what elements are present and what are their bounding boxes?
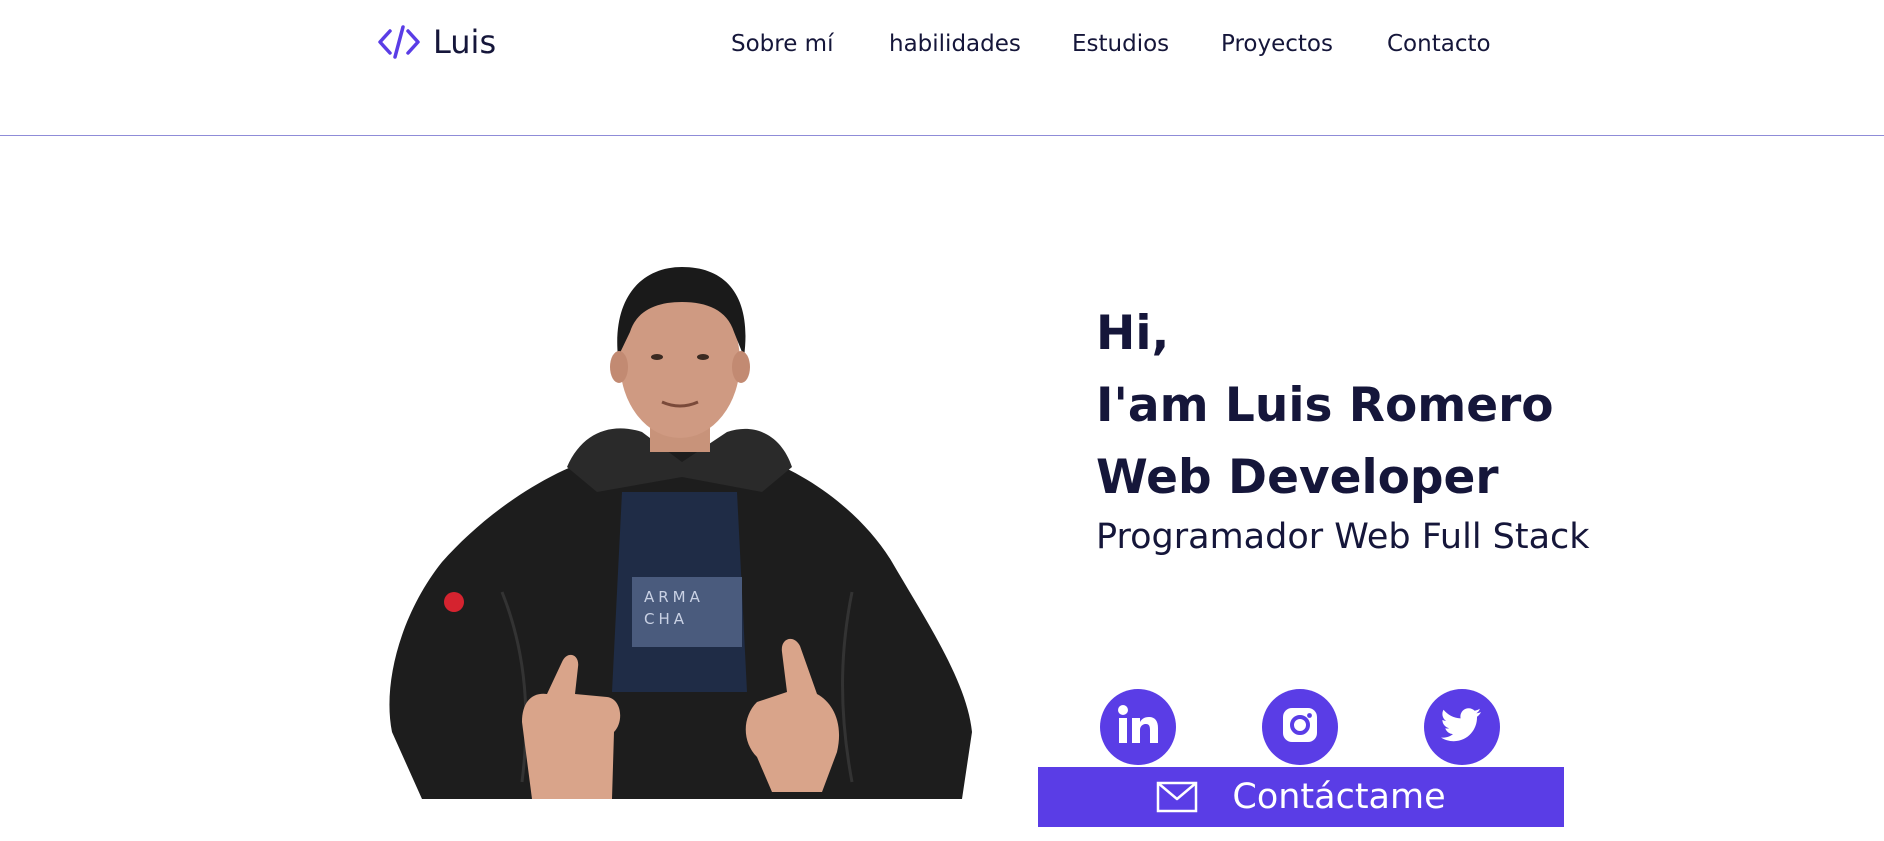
- nav-item-estudios[interactable]: Estudios: [1072, 26, 1169, 62]
- nav-item-proyectos[interactable]: Proyectos: [1221, 26, 1333, 62]
- role-heading: Web Developer: [1096, 450, 1499, 505]
- greeting: Hi,: [1096, 306, 1170, 361]
- twitter-icon: [1441, 707, 1483, 747]
- nav-item-contacto[interactable]: Contacto: [1387, 26, 1491, 62]
- instagram-link[interactable]: [1262, 689, 1338, 765]
- code-icon: [377, 20, 421, 64]
- site-header: Luis Sobre mí habilidades Estudios Proye…: [0, 0, 1884, 136]
- nav-item-sobre-mi[interactable]: Sobre mí: [731, 26, 833, 62]
- svg-text:CHA: CHA: [644, 610, 688, 628]
- mail-icon: [1156, 781, 1198, 813]
- twitter-link[interactable]: [1424, 689, 1500, 765]
- instagram-icon: [1280, 705, 1320, 749]
- svg-text:ARMA: ARMA: [644, 588, 704, 606]
- nav-item-habilidades[interactable]: habilidades: [889, 26, 1021, 62]
- profile-photo: ARMA CHA: [382, 262, 982, 799]
- brand[interactable]: Luis: [377, 20, 496, 64]
- name-heading: I'am Luis Romero: [1096, 378, 1554, 433]
- linkedin-icon: [1116, 703, 1160, 751]
- brand-name: Luis: [433, 23, 497, 61]
- contact-button[interactable]: Contáctame: [1038, 767, 1564, 827]
- contact-button-label: Contáctame: [1232, 777, 1446, 817]
- hero-text: Hi, I'am Luis Romero Web Developer Progr…: [1096, 298, 1590, 562]
- linkedin-link[interactable]: [1100, 689, 1176, 765]
- subtitle: Programador Web Full Stack: [1096, 517, 1590, 557]
